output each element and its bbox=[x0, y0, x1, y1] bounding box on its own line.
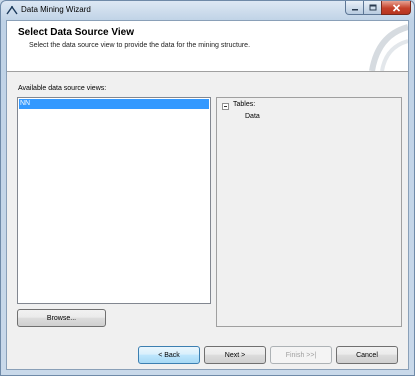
tree-node-data[interactable]: Data bbox=[245, 113, 260, 120]
browse-button[interactable]: Browse... bbox=[17, 309, 106, 327]
close-button[interactable] bbox=[381, 1, 411, 15]
list-item-nn[interactable]: NN bbox=[19, 99, 209, 109]
collapse-toggle-icon[interactable] bbox=[222, 103, 229, 110]
maximize-button[interactable] bbox=[363, 1, 382, 15]
wizard-swoosh-icon bbox=[369, 24, 408, 71]
page-subtitle: Select the data source view to provide t… bbox=[29, 42, 251, 49]
close-icon bbox=[392, 3, 400, 12]
cancel-button[interactable]: Cancel bbox=[336, 346, 398, 364]
finish-button[interactable]: Finish >>| bbox=[270, 346, 332, 364]
page-title: Select Data Source View bbox=[18, 27, 134, 38]
wizard-body: Select Data Source View Select the data … bbox=[6, 20, 409, 370]
title-bar[interactable]: Data Mining Wizard bbox=[1, 1, 414, 19]
minimize-button[interactable] bbox=[345, 1, 364, 15]
data-source-views-list[interactable]: NN bbox=[17, 97, 211, 304]
minimize-icon bbox=[351, 8, 358, 10]
window-title: Data Mining Wizard bbox=[21, 5, 91, 14]
back-button[interactable]: < Back bbox=[138, 346, 200, 364]
tree-node-tables[interactable]: Tables: bbox=[233, 101, 255, 108]
next-button[interactable]: Next > bbox=[204, 346, 266, 364]
data-source-views-label: Available data source views: bbox=[18, 85, 107, 92]
wizard-icon bbox=[6, 5, 18, 15]
maximize-icon bbox=[369, 4, 376, 11]
tables-tree-panel: Tables: Data bbox=[216, 97, 402, 327]
wizard-window: Data Mining Wizard Select Data Source Vi… bbox=[0, 0, 415, 376]
wizard-header: Select Data Source View Select the data … bbox=[7, 21, 408, 72]
